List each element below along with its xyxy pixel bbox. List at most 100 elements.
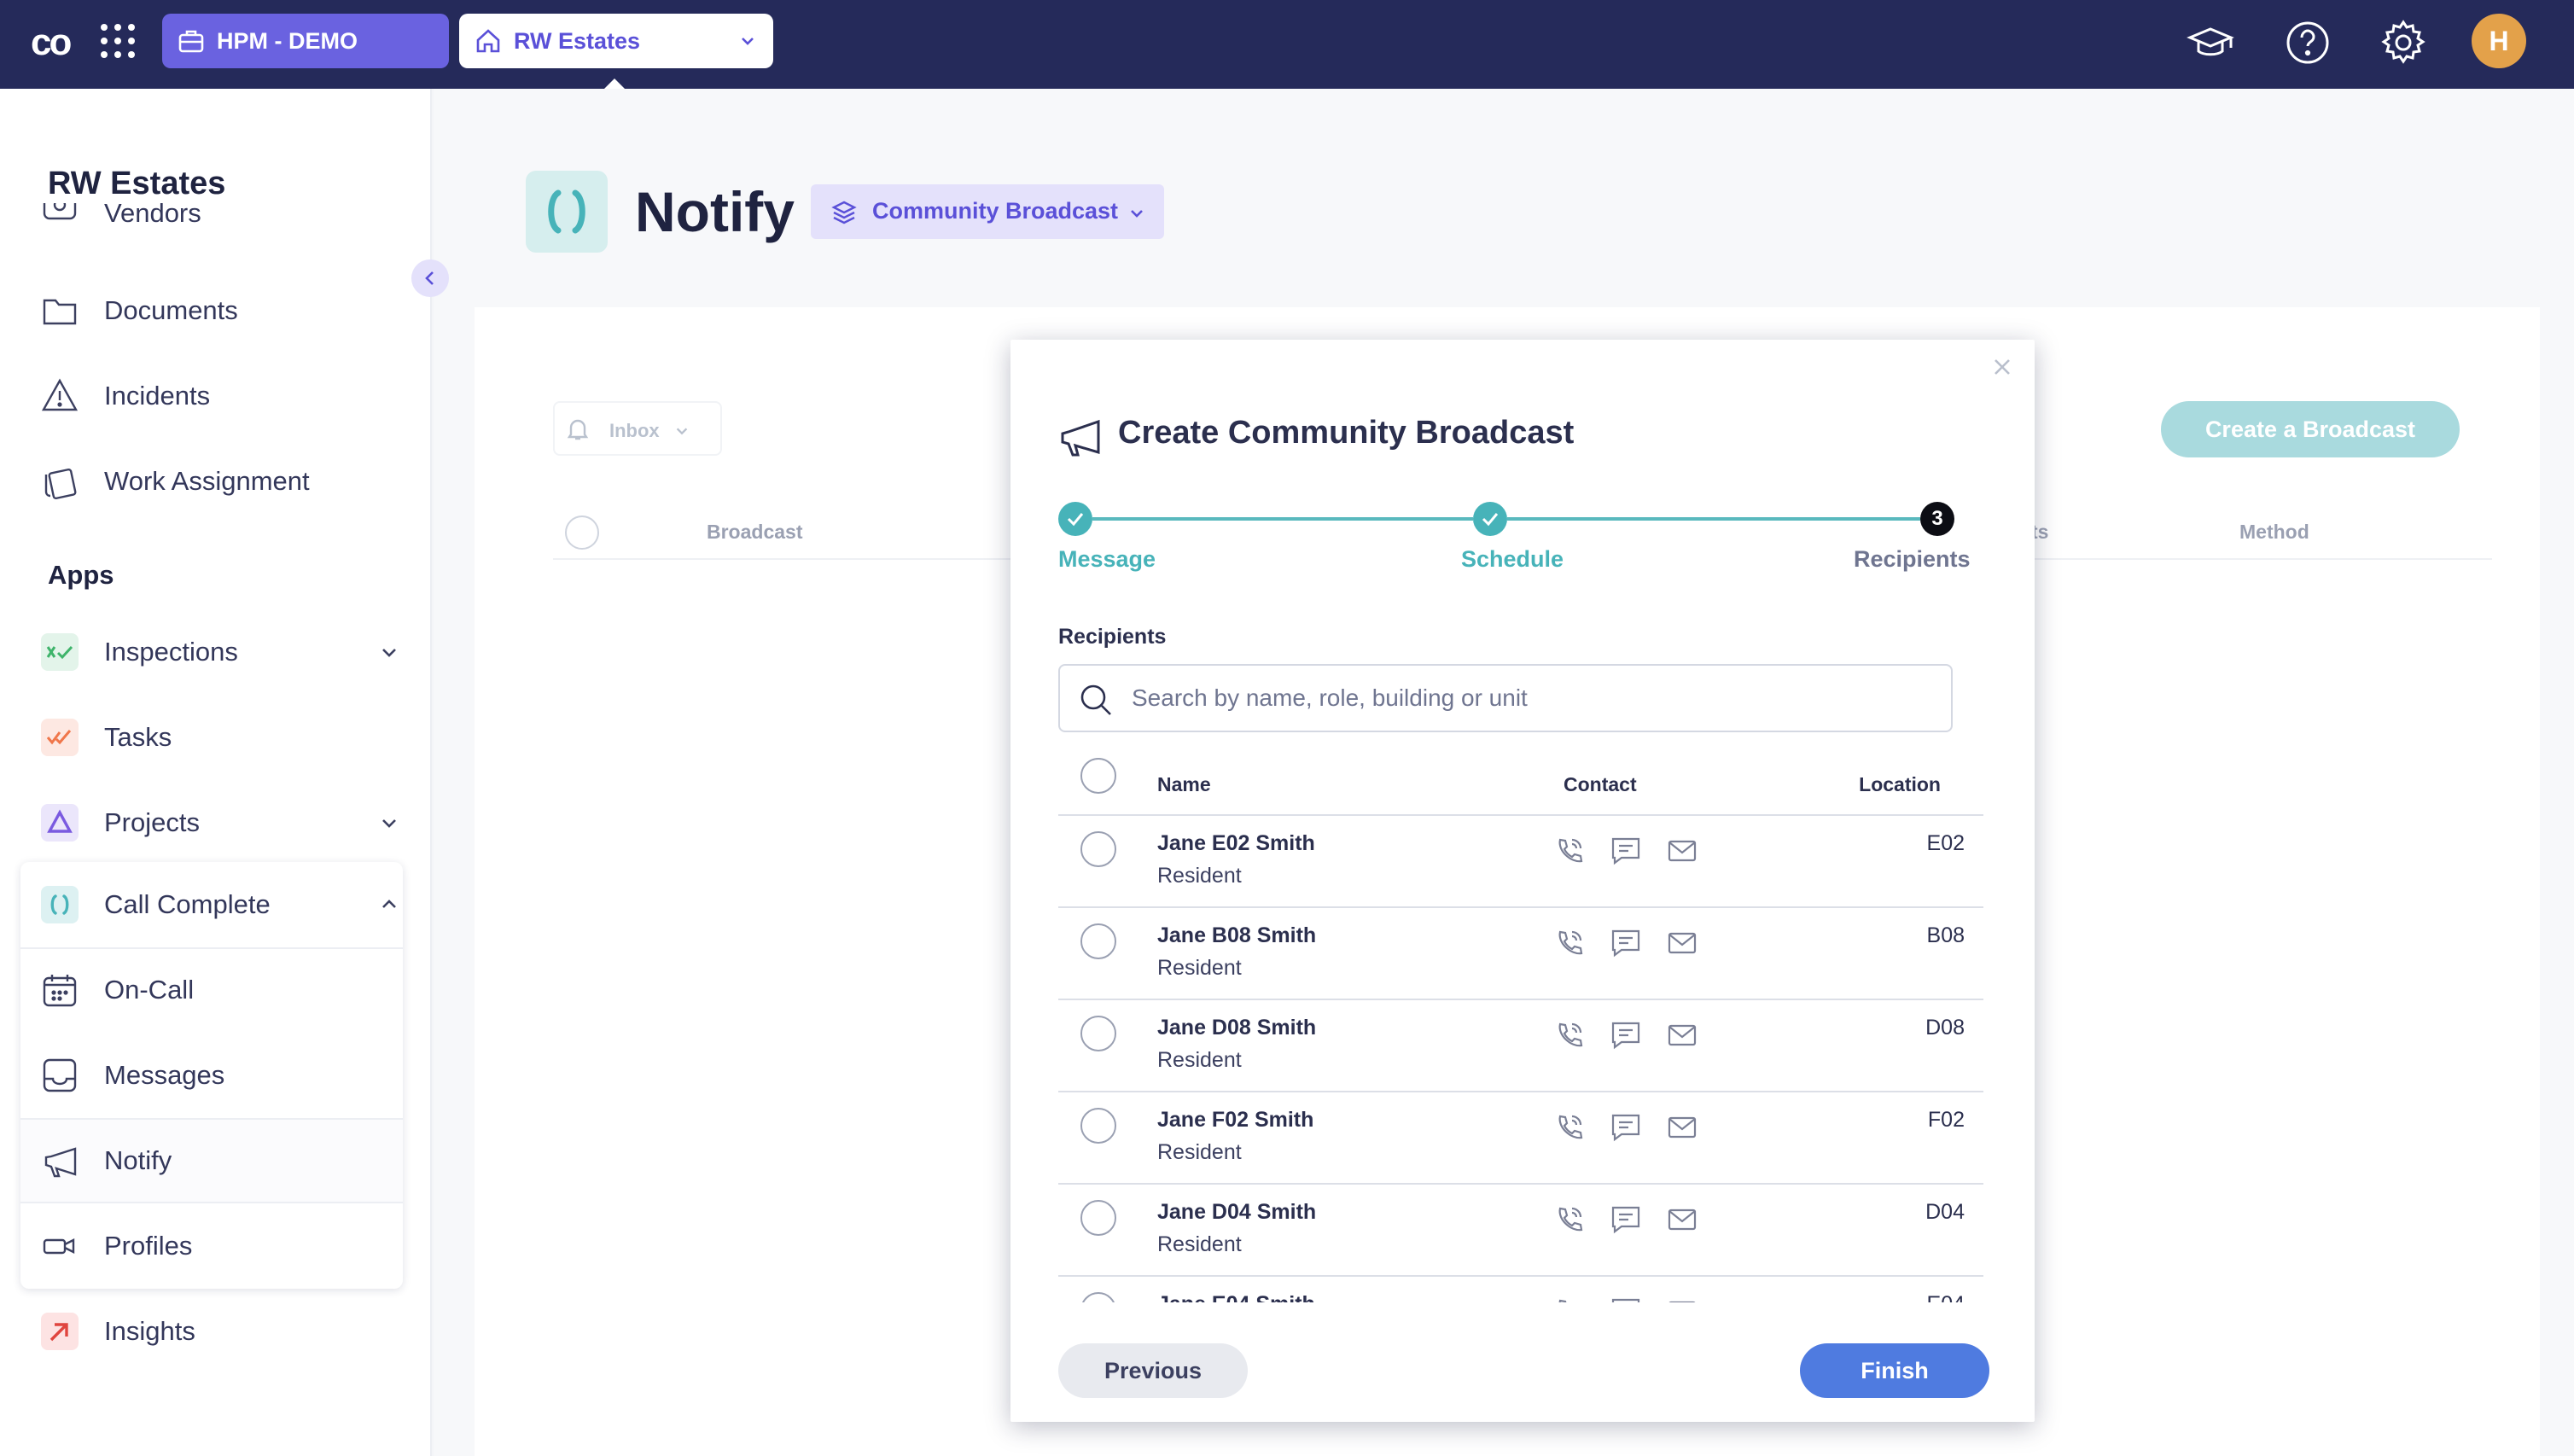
step-label-message[interactable]: Message [1058,546,1156,573]
sidebar-item-incidents[interactable]: Incidents [41,370,399,422]
recipient-location: E04 [1927,1292,1965,1302]
table-row[interactable]: Jane B08 Smith Resident B08 [1058,908,1983,1000]
column-name: Name [1157,773,1211,795]
create-broadcast-button[interactable]: Create a Broadcast [2161,401,2460,457]
broadcast-type-selector[interactable]: Community Broadcast [811,184,1164,239]
property-selector[interactable]: RW Estates [459,14,773,68]
user-avatar[interactable]: H [2472,14,2526,68]
sidebar-item-profiles[interactable]: Profiles [41,1220,399,1272]
phone-icon[interactable] [1553,1296,1586,1302]
sidebar-item-projects[interactable]: Projects [41,797,399,848]
table-row[interactable]: Jane E02 Smith Resident E02 [1058,816,1983,908]
help-icon[interactable] [2284,19,2332,67]
recipient-role: Resident [1157,1232,1242,1256]
settings-gear-icon[interactable] [2379,19,2427,67]
chevron-down-icon [739,32,756,50]
sidebar-item-inspections[interactable]: Inspections [41,626,399,678]
briefcase-icon [178,27,205,55]
chevron-down-icon[interactable] [379,812,399,833]
sidebar-item-label: Vendors [104,203,201,228]
call-complete-icon [41,886,79,923]
sidebar-item-vendors[interactable]: Vendors [41,203,348,237]
chevron-up-icon[interactable] [379,894,399,915]
step-label-recipients[interactable]: Recipients [1854,546,1971,573]
close-icon[interactable] [1983,348,2021,386]
row-select-radio[interactable] [1080,831,1116,867]
email-icon[interactable] [1666,1111,1698,1144]
sidebar-item-call-complete[interactable]: Call Complete [41,879,399,930]
sms-icon[interactable] [1610,1296,1642,1302]
row-select-radio[interactable] [1080,1016,1116,1051]
sms-icon[interactable] [1610,1111,1642,1144]
sidebar-item-tasks[interactable]: Tasks [41,712,399,763]
sidebar-item-on-call[interactable]: On-Call [41,964,399,1016]
email-icon[interactable] [1666,1019,1698,1051]
email-icon[interactable] [1666,835,1698,867]
sms-icon[interactable] [1610,1019,1642,1051]
phone-icon[interactable] [1553,927,1586,959]
sidebar-item-label: Work Assignment [104,466,310,496]
table-row[interactable]: Jane F02 Smith Resident F02 [1058,1092,1983,1185]
chevron-down-icon [1128,205,1145,222]
organization-selector[interactable]: HPM - DEMO [162,14,449,68]
sidebar-item-work-assignment[interactable]: Work Assignment [41,456,399,507]
tasks-icon [41,719,79,756]
recipients-table-header: Name Contact Location [1058,749,1983,816]
table-row[interactable]: Jane D04 Smith Resident D04 [1058,1185,1983,1277]
select-all-checkbox[interactable] [565,515,599,550]
stepper-line [1507,517,1920,521]
recipient-role: Resident [1157,956,1242,980]
company-logo[interactable]: co [31,19,79,67]
sms-icon[interactable] [1610,835,1642,867]
row-select-radio[interactable] [1080,1108,1116,1144]
column-method: Method [2239,521,2309,543]
select-all-radio[interactable] [1080,758,1116,794]
chevron-down-icon[interactable] [379,642,399,662]
collapse-sidebar-button[interactable] [411,259,449,297]
stepper-line [1092,517,1473,521]
sms-icon[interactable] [1610,927,1642,959]
sidebar-item-documents[interactable]: Documents [41,285,399,336]
row-select-radio[interactable] [1080,1292,1116,1302]
sidebar-property-title: RW Estates [48,166,226,201]
step-label-schedule[interactable]: Schedule [1461,546,1564,573]
table-row[interactable]: Jane D08 Smith Resident D08 [1058,1000,1983,1092]
recipients-table: Name Contact Location Jane E02 Smith Res… [1058,749,1983,1302]
divider [20,947,403,949]
row-select-radio[interactable] [1080,1200,1116,1236]
email-icon[interactable] [1666,1296,1698,1302]
inbox-filter-dropdown[interactable]: Inbox [553,401,722,456]
sidebar-item-label: Inspections [104,637,238,667]
recipient-role: Resident [1157,1140,1242,1164]
sidebar-item-insights[interactable]: Insights [41,1306,399,1357]
recipients-label: Recipients [1058,625,1167,649]
row-select-radio[interactable] [1080,923,1116,959]
sms-icon[interactable] [1610,1203,1642,1236]
email-icon[interactable] [1666,927,1698,959]
sidebar-item-messages[interactable]: Messages [41,1050,399,1101]
graduation-cap-icon[interactable] [2187,19,2234,67]
finish-button[interactable]: Finish [1800,1343,1989,1398]
recipient-location: B08 [1926,923,1965,947]
step-3-current[interactable]: 3 [1920,502,1954,536]
column-location: Location [1859,773,1941,795]
recipient-name: Jane B08 Smith [1157,923,1317,947]
phone-icon[interactable] [1553,1203,1586,1236]
step-1-complete-icon[interactable] [1058,502,1092,536]
sidebar-item-label: Tasks [104,722,172,752]
recipient-search-field[interactable] [1058,664,1953,732]
sidebar-item-notify[interactable]: Notify [41,1135,399,1186]
phone-icon[interactable] [1553,1111,1586,1144]
search-input[interactable] [1132,678,1934,719]
apps-grid-icon[interactable] [99,22,137,60]
phone-icon[interactable] [1553,1019,1586,1051]
step-2-complete-icon[interactable] [1473,502,1507,536]
alert-icon [41,377,79,415]
phone-icon[interactable] [1553,835,1586,867]
email-icon[interactable] [1666,1203,1698,1236]
inbox-icon [41,1057,79,1094]
table-row[interactable]: Jane E04 Smith E04 [1058,1277,1983,1302]
organization-label: HPM - DEMO [217,28,358,54]
previous-button[interactable]: Previous [1058,1343,1248,1398]
property-label: RW Estates [514,28,641,54]
